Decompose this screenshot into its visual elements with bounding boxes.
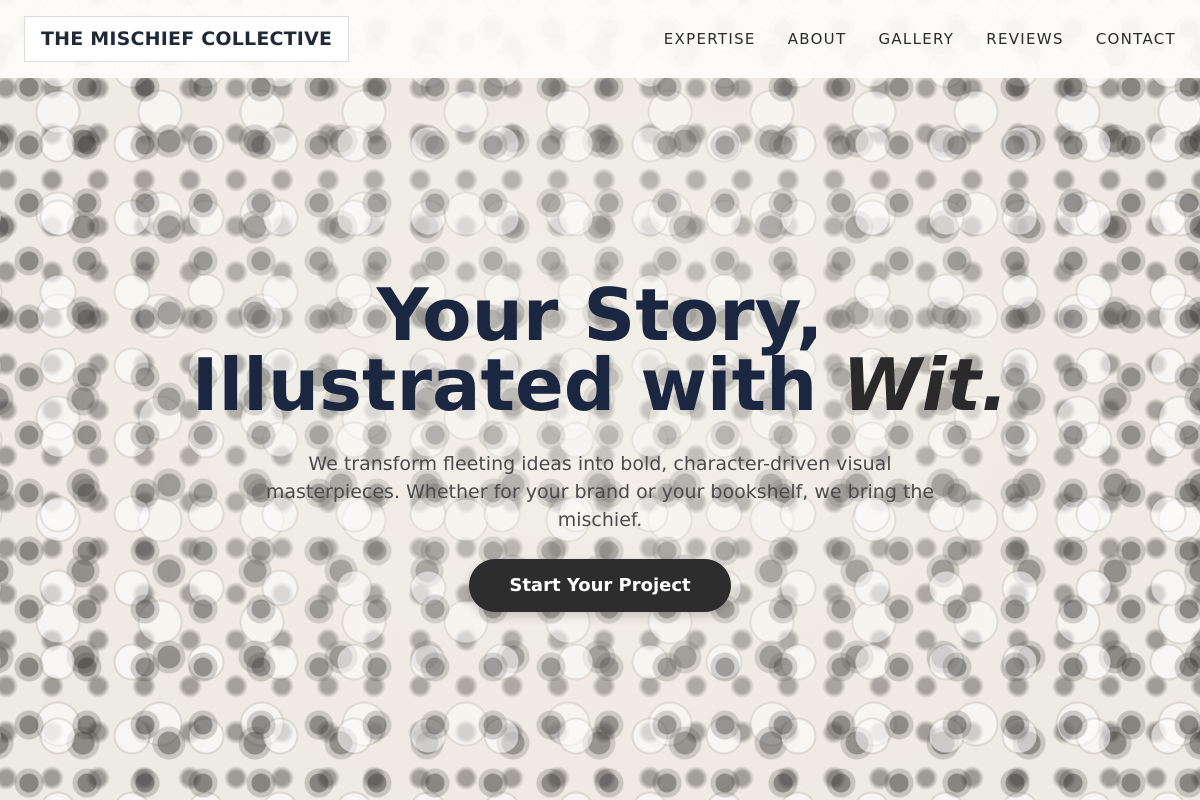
hero-title: Your Story, Illustrated with Wit. — [0, 279, 1200, 421]
hero-title-accent: Wit. — [842, 343, 1009, 427]
brand-name: THE MISCHIEF COLLECTIVE — [41, 28, 333, 50]
nav-link-contact[interactable]: CONTACT — [1096, 30, 1176, 48]
nav-link-expertise[interactable]: EXPERTISE — [664, 30, 756, 48]
site-header: THE MISCHIEF COLLECTIVE EXPERTISE ABOUT … — [0, 0, 1200, 78]
nav-link-reviews[interactable]: REVIEWS — [986, 30, 1064, 48]
hero-section: Your Story, Illustrated with Wit. We tra… — [0, 78, 1200, 800]
start-project-button[interactable]: Start Your Project — [469, 559, 731, 612]
nav-link-about[interactable]: ABOUT — [788, 30, 847, 48]
main-nav: EXPERTISE ABOUT GALLERY REVIEWS CONTACT — [664, 30, 1176, 48]
hero-subtitle: We transform fleeting ideas into bold, c… — [265, 453, 935, 531]
start-project-button-label: Start Your Project — [509, 575, 691, 596]
brand-logo[interactable]: THE MISCHIEF COLLECTIVE — [24, 16, 350, 62]
nav-link-gallery[interactable]: GALLERY — [878, 30, 954, 48]
hero-title-line2: Illustrated with — [191, 343, 843, 427]
